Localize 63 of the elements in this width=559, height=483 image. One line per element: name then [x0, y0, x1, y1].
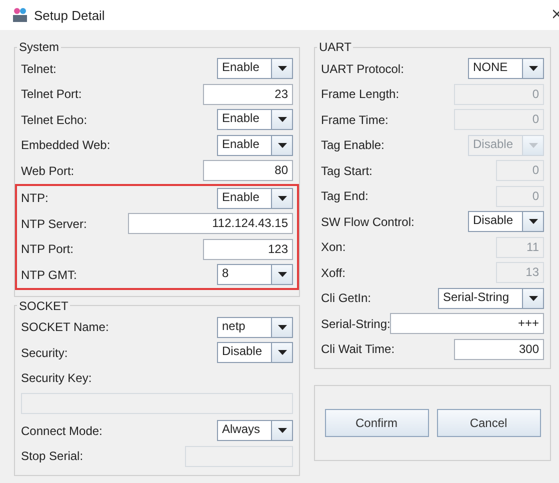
field-label: Telnet Echo: — [21, 112, 88, 127]
input-field[interactable]: +++ — [390, 313, 544, 334]
dropdown-arrow-icon — [528, 66, 538, 72]
dropdown-arrow-icon — [278, 66, 286, 72]
field-label: Serial-String: — [321, 316, 390, 331]
input-field[interactable]: 300 — [454, 338, 544, 360]
dropdown[interactable]: Enable — [217, 188, 293, 209]
dropdown[interactable]: Enable — [217, 134, 293, 156]
field-label: Xoff: — [321, 266, 346, 280]
field-label: SOCKET Name: — [21, 320, 109, 334]
input-field[interactable]: 80 — [203, 160, 293, 182]
input-field[interactable]: 23 — [203, 84, 293, 105]
field-label: NTP Port: — [21, 242, 74, 256]
close-icon[interactable] — [553, 9, 559, 19]
field-label: UART Protocol: — [321, 62, 404, 76]
dropdown[interactable]: Enable — [217, 109, 293, 130]
dropdown-arrow-icon — [278, 117, 286, 122]
field-label: Frame Length: — [321, 87, 400, 102]
field-label: Telnet: — [21, 62, 56, 76]
input-field[interactable]: 112.124.43.15 — [128, 213, 293, 234]
dropdown-arrow-icon — [528, 219, 538, 224]
dropdown[interactable]: Disable — [217, 342, 293, 364]
dropdown-arrow-icon — [278, 272, 286, 278]
dropdown[interactable]: Disable — [468, 211, 544, 232]
group-title: SOCKET — [18, 298, 70, 312]
dropdown[interactable]: NONE — [468, 58, 544, 80]
field-label: Tag Start: — [321, 164, 372, 178]
dialog-button[interactable]: Confirm — [324, 409, 428, 437]
group-title: UART — [318, 40, 352, 54]
field-label: Security Key: — [21, 371, 92, 386]
field-label: Frame Time: — [321, 112, 388, 127]
field-label: Stop Serial: — [21, 449, 84, 464]
dropdown-arrow-icon — [528, 296, 538, 301]
window-title: Setup Detail — [34, 8, 105, 22]
dropdown-arrow-icon — [278, 428, 286, 434]
dropdown-arrow-icon — [528, 142, 538, 148]
dialog-button[interactable]: Cancel — [436, 409, 540, 437]
field-label: Embedded Web: — [21, 138, 110, 152]
field-label: Cli GetIn: — [321, 291, 372, 306]
field-label: Web Port: — [21, 164, 74, 178]
dropdown-arrow-icon — [278, 324, 286, 330]
field-label: Xon: — [321, 240, 346, 254]
input-field[interactable]: 123 — [203, 238, 293, 260]
field-label: SW Flow Control: — [321, 214, 414, 229]
dropdown-arrow-icon — [278, 196, 286, 201]
field-label: NTP: — [21, 191, 48, 206]
dropdown[interactable]: Enable — [217, 58, 293, 80]
app-icon — [12, 7, 28, 23]
field-label: Connect Mode: — [21, 424, 102, 438]
dropdown[interactable]: Serial-String — [438, 288, 544, 309]
dropdown[interactable]: Always — [217, 420, 293, 442]
field-label: Security: — [21, 346, 68, 360]
field-label: NTP GMT: — [21, 268, 77, 282]
dropdown-arrow-icon — [278, 350, 286, 356]
dropdown[interactable]: netp — [217, 316, 293, 338]
field-label: Cli Wait Time: — [321, 342, 395, 356]
field-label: Telnet Port: — [21, 87, 82, 102]
group-title: System — [18, 40, 60, 54]
field-label: NTP Server: — [21, 216, 87, 231]
field-label: Tag Enable: — [321, 138, 384, 152]
field-label: Tag End: — [321, 189, 368, 204]
dropdown[interactable]: 8 — [217, 264, 293, 286]
dropdown-arrow-icon — [278, 142, 286, 148]
